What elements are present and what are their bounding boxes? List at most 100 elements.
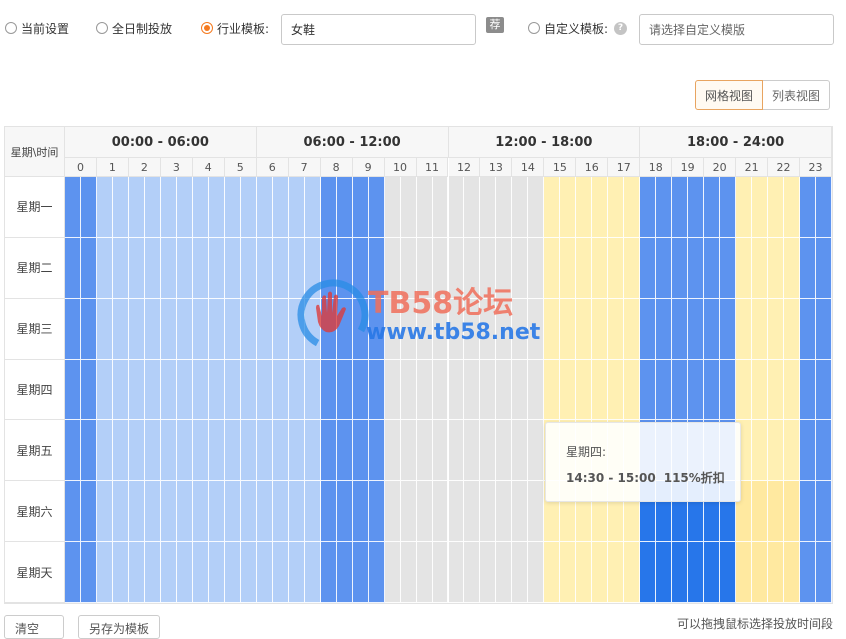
- time-slot-cell[interactable]: [65, 481, 81, 543]
- time-slot-cell[interactable]: [448, 420, 465, 482]
- time-slot-cell[interactable]: [448, 177, 465, 238]
- time-slot-cell[interactable]: [416, 237, 433, 299]
- time-slot-cell[interactable]: [288, 298, 305, 360]
- time-slot-cell[interactable]: [800, 177, 816, 238]
- time-slot-cell[interactable]: [400, 237, 417, 299]
- time-slot-cell[interactable]: [96, 298, 113, 360]
- time-slot-cell[interactable]: [432, 359, 449, 421]
- time-slot-cell[interactable]: [624, 542, 641, 603]
- time-slot-cell[interactable]: [720, 542, 737, 603]
- time-slot-cell[interactable]: [384, 237, 401, 299]
- time-slot-cell[interactable]: [304, 359, 321, 421]
- time-slot-cell[interactable]: [704, 359, 721, 421]
- time-slot-cell[interactable]: [240, 298, 257, 360]
- time-slot-cell[interactable]: [480, 298, 497, 360]
- time-slot-cell[interactable]: [768, 359, 785, 421]
- time-slot-cell[interactable]: [608, 359, 625, 421]
- time-slot-cell[interactable]: [352, 177, 369, 238]
- time-slot-cell[interactable]: [720, 359, 737, 421]
- time-slot-cell[interactable]: [208, 237, 225, 299]
- time-slot-cell[interactable]: [560, 298, 577, 360]
- time-slot-cell[interactable]: [144, 481, 161, 543]
- time-slot-cell[interactable]: [640, 359, 657, 421]
- time-slot-cell[interactable]: [816, 542, 832, 603]
- day-label[interactable]: 星期六: [5, 481, 65, 543]
- time-slot-cell[interactable]: [112, 481, 129, 543]
- time-slot-cell[interactable]: [224, 420, 241, 482]
- time-slot-cell[interactable]: [528, 359, 545, 421]
- time-slot-cell[interactable]: [640, 542, 657, 603]
- time-slot-cell[interactable]: [128, 359, 145, 421]
- time-slot-cell[interactable]: [480, 177, 497, 238]
- time-slot-cell[interactable]: [144, 237, 161, 299]
- time-slot-cell[interactable]: [752, 359, 769, 421]
- time-slot-cell[interactable]: [688, 298, 705, 360]
- time-slot-cell[interactable]: [144, 420, 161, 482]
- time-slot-cell[interactable]: [512, 177, 529, 238]
- hour-header[interactable]: 3: [160, 158, 193, 177]
- time-slot-cell[interactable]: [272, 481, 289, 543]
- time-slot-cell[interactable]: [288, 481, 305, 543]
- time-slot-cell[interactable]: [336, 359, 353, 421]
- time-slot-cell[interactable]: [416, 481, 433, 543]
- time-slot-cell[interactable]: [176, 298, 193, 360]
- time-slot-cell[interactable]: [336, 177, 353, 238]
- time-slot-cell[interactable]: [96, 420, 113, 482]
- time-slot-cell[interactable]: [176, 359, 193, 421]
- time-slot-cell[interactable]: [432, 420, 449, 482]
- time-slot-cell[interactable]: [416, 542, 433, 603]
- time-slot-cell[interactable]: [816, 177, 832, 238]
- time-slot-cell[interactable]: [560, 359, 577, 421]
- schedule-grid[interactable]: 星期\时间 00:00 - 06:00 06:00 - 12:00 12:00 - …: [4, 126, 833, 604]
- time-slot-cell[interactable]: [400, 298, 417, 360]
- time-slot-cell[interactable]: [464, 542, 481, 603]
- time-slot-cell[interactable]: [240, 420, 257, 482]
- time-slot-cell[interactable]: [816, 359, 832, 421]
- time-slot-cell[interactable]: [608, 542, 625, 603]
- time-slot-cell[interactable]: [672, 359, 689, 421]
- time-slot-cell[interactable]: [784, 177, 801, 238]
- time-slot-cell[interactable]: [256, 177, 273, 238]
- time-slot-cell[interactable]: [496, 177, 513, 238]
- time-slot-cell[interactable]: [768, 542, 785, 603]
- time-slot-cell[interactable]: [640, 298, 657, 360]
- time-slot-cell[interactable]: [592, 359, 609, 421]
- time-slot-cell[interactable]: [256, 359, 273, 421]
- time-slot-cell[interactable]: [208, 359, 225, 421]
- time-slot-cell[interactable]: [128, 542, 145, 603]
- time-slot-cell[interactable]: [320, 481, 337, 543]
- time-slot-cell[interactable]: [528, 298, 545, 360]
- hour-header[interactable]: 5: [224, 158, 257, 177]
- hour-header[interactable]: 7: [288, 158, 321, 177]
- time-slot-cell[interactable]: [816, 298, 832, 360]
- hour-header[interactable]: 21: [736, 158, 769, 177]
- hour-header[interactable]: 20: [704, 158, 737, 177]
- day-label[interactable]: 星期一: [5, 177, 65, 238]
- time-slot-cell[interactable]: [512, 237, 529, 299]
- time-slot-cell[interactable]: [65, 420, 81, 482]
- time-slot-cell[interactable]: [96, 177, 113, 238]
- hour-header[interactable]: 17: [608, 158, 641, 177]
- time-slot-cell[interactable]: [240, 542, 257, 603]
- time-slot-cell[interactable]: [592, 542, 609, 603]
- time-slot-cell[interactable]: [224, 481, 241, 543]
- time-slot-cell[interactable]: [304, 481, 321, 543]
- time-slot-cell[interactable]: [65, 359, 81, 421]
- time-slot-cell[interactable]: [256, 298, 273, 360]
- time-slot-cell[interactable]: [272, 359, 289, 421]
- time-slot-cell[interactable]: [96, 237, 113, 299]
- time-slot-cell[interactable]: [624, 359, 641, 421]
- time-slot-cell[interactable]: [80, 237, 97, 299]
- time-slot-cell[interactable]: [656, 177, 673, 238]
- time-slot-cell[interactable]: [208, 420, 225, 482]
- time-slot-cell[interactable]: [192, 542, 209, 603]
- time-slot-cell[interactable]: [288, 177, 305, 238]
- time-slot-cell[interactable]: [752, 298, 769, 360]
- time-slot-cell[interactable]: [448, 359, 465, 421]
- time-slot-cell[interactable]: [176, 420, 193, 482]
- time-slot-cell[interactable]: [544, 177, 561, 238]
- time-slot-cell[interactable]: [304, 237, 321, 299]
- time-slot-cell[interactable]: [656, 298, 673, 360]
- time-slot-cell[interactable]: [112, 177, 129, 238]
- time-slot-cell[interactable]: [752, 542, 769, 603]
